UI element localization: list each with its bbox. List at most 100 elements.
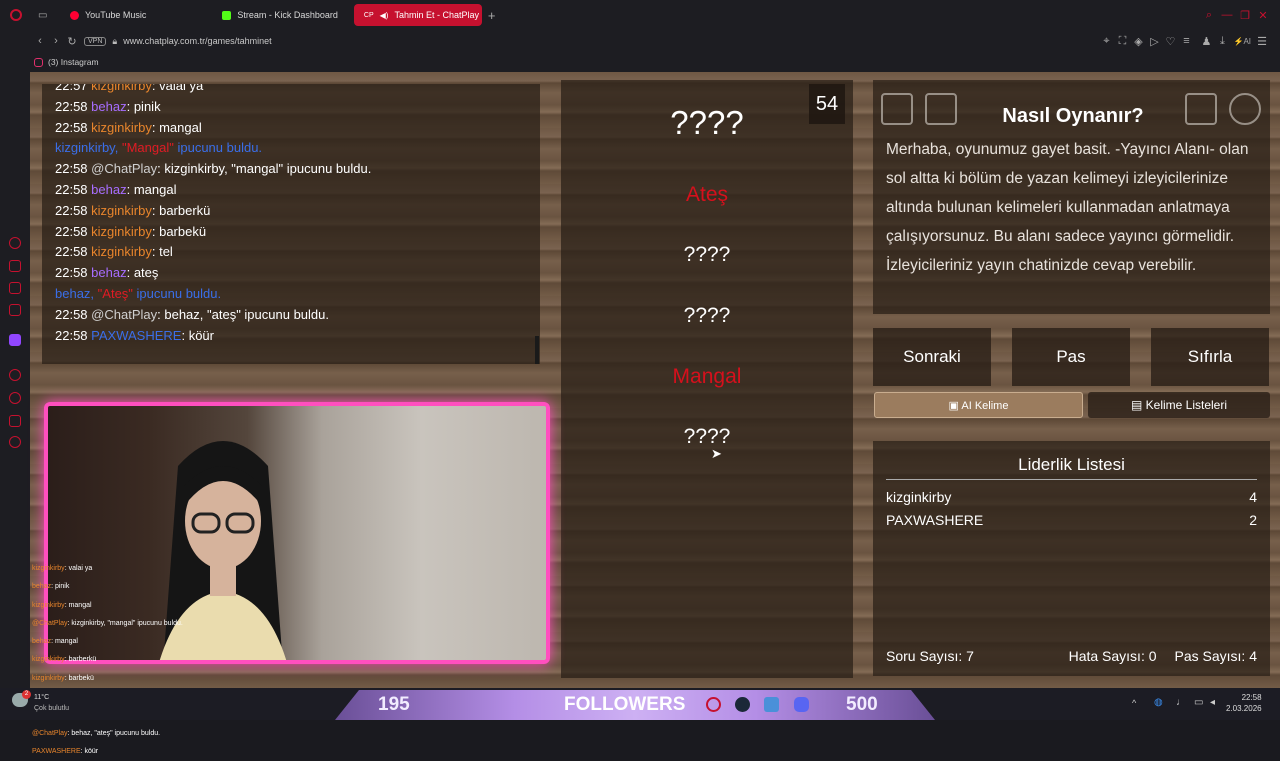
chat-message: 22:58 @ChatPlay: kizginkirby, "mangal" i… bbox=[55, 161, 372, 177]
chatplay-icon: CP bbox=[363, 11, 374, 19]
mini-chat-user: PAXWASHERE bbox=[32, 747, 81, 755]
tab-kick-dashboard[interactable]: Stream - Kick Dashboard bbox=[212, 4, 348, 26]
chat-time: 22:58 bbox=[55, 119, 88, 135]
player-score: 4 bbox=[1249, 489, 1257, 505]
sidebar-bag-icon[interactable] bbox=[9, 260, 21, 272]
sidebar-clock-icon[interactable] bbox=[9, 392, 21, 404]
chat-text: barbekü bbox=[159, 223, 207, 239]
mini-chat-text: behaz, "ateş" ipucunu buldu. bbox=[71, 729, 161, 737]
maximize-icon[interactable]: ❐ bbox=[1236, 9, 1254, 22]
discord-icon[interactable] bbox=[794, 697, 809, 712]
download-icon[interactable]: ⤓ bbox=[1214, 35, 1230, 48]
reload-icon[interactable]: ↻ bbox=[64, 35, 80, 48]
hidden-word: ???? bbox=[670, 104, 744, 141]
game-area: 22:57 kizginkirby: valai ya 22:58 behaz: … bbox=[30, 72, 1280, 755]
leaderboard-title: Liderlik Listesi bbox=[1018, 455, 1125, 474]
mini-chat-text: barberkü bbox=[68, 656, 97, 664]
mini-chat-user: kizginkirby bbox=[32, 565, 65, 572]
play-icon[interactable]: ▷ bbox=[1146, 35, 1162, 48]
search-icon[interactable]: ⌕ bbox=[1200, 9, 1218, 22]
pin-icon[interactable]: ⌖ bbox=[1098, 35, 1114, 48]
heart-icon[interactable]: ♡ bbox=[1162, 35, 1178, 48]
volume-icon[interactable]: ◂ bbox=[1210, 697, 1215, 708]
hint-word: "Mangal" bbox=[121, 140, 174, 156]
opera-logo-icon[interactable] bbox=[10, 9, 22, 21]
speaker-icon[interactable]: ◀) bbox=[380, 11, 389, 20]
tab-overview-icon[interactable]: ▭ bbox=[38, 10, 52, 21]
leaderboard-row: kizginkirby 4 bbox=[886, 489, 1257, 505]
chat-user: kizginkirby bbox=[91, 202, 152, 218]
settings-menu-icon[interactable]: ☰ bbox=[1254, 35, 1270, 48]
ai-icon[interactable]: ⚡AI bbox=[1230, 37, 1254, 46]
ai-word-button[interactable]: ▣ AI Kelime bbox=[874, 392, 1083, 418]
mini-chat-line: kizginkirby: mangal bbox=[32, 601, 92, 609]
mini-chat-user: behaz bbox=[32, 583, 52, 591]
steam-icon[interactable] bbox=[735, 697, 750, 712]
sidebar-messenger-icon[interactable] bbox=[9, 282, 21, 294]
back-icon[interactable]: ‹ bbox=[32, 35, 48, 47]
sidebar-history-icon[interactable] bbox=[9, 369, 21, 381]
sidebar-chat-icon[interactable] bbox=[9, 304, 21, 316]
word-lists-button[interactable]: ▤ Kelime Listeleri bbox=[1088, 392, 1270, 418]
sidebar-pin-icon[interactable] bbox=[9, 415, 21, 427]
mini-chat-text: köür bbox=[84, 747, 99, 755]
fullscreen-icon[interactable] bbox=[881, 93, 913, 125]
chevron-up-icon[interactable]: ^ bbox=[1132, 698, 1136, 708]
leaderboard-row: PAXWASHERE 2 bbox=[886, 512, 1257, 528]
app-icon[interactable] bbox=[764, 697, 779, 712]
chat-scrollbar[interactable] bbox=[535, 336, 539, 364]
close-icon[interactable]: ✕ bbox=[1254, 9, 1272, 22]
document-icon[interactable] bbox=[925, 93, 957, 125]
network-icon[interactable]: ◍ bbox=[1154, 697, 1163, 708]
address-bar: ‹ › ↻ VPN 🔒︎ www.chatplay.com.tr/games/t… bbox=[0, 30, 1280, 52]
next-button[interactable]: Sonraki bbox=[873, 328, 991, 386]
account-icon[interactable]: ♟ bbox=[1198, 35, 1214, 48]
chat-message: 22:58 PAXWASHERE: köür bbox=[55, 327, 214, 343]
mini-chat-text: mangal bbox=[68, 601, 92, 609]
sidebar-settings-icon[interactable] bbox=[9, 436, 21, 448]
chat-time: 22:58 bbox=[55, 161, 88, 177]
chat-user: @ChatPlay bbox=[91, 161, 158, 177]
bookmark-bar: (3) Instagram bbox=[0, 52, 1280, 72]
menu-icon[interactable]: ≡ bbox=[1178, 35, 1194, 47]
vpn-badge[interactable]: VPN bbox=[84, 36, 107, 46]
chat-text: pinik bbox=[133, 98, 161, 114]
chat-text: tel bbox=[159, 244, 173, 260]
opera-taskbar-icon[interactable] bbox=[706, 697, 721, 712]
chat-user: behaz bbox=[91, 265, 127, 281]
url-field[interactable]: www.chatplay.com.tr/games/tahminet bbox=[123, 36, 271, 46]
sidebar-twitch-icon[interactable] bbox=[9, 334, 21, 346]
mini-chat-user: kizginkirby bbox=[32, 601, 65, 609]
shield-icon[interactable]: ◈ bbox=[1130, 35, 1146, 48]
reset-button[interactable]: Sıfırla bbox=[1151, 328, 1269, 386]
mini-chat-text: valai ya bbox=[68, 565, 93, 572]
mic-icon[interactable]: ♩ bbox=[1176, 697, 1186, 708]
sidebar-crypto-icon[interactable] bbox=[9, 237, 21, 249]
forward-icon[interactable]: › bbox=[48, 35, 64, 47]
snapshot-icon[interactable]: ⛶ bbox=[1114, 35, 1130, 48]
chat-user: behaz bbox=[91, 98, 127, 114]
minimize-icon[interactable]: — bbox=[1218, 9, 1236, 21]
found-word: Mangal bbox=[672, 365, 742, 388]
monitor-icon[interactable]: ▭ bbox=[1194, 697, 1203, 708]
mini-chat-user: behaz bbox=[32, 638, 52, 646]
mini-chat-line: kizginkirby: barbekü bbox=[32, 674, 94, 682]
tab-chatplay[interactable]: CP ◀) Tahmin Et - ChatPlay bbox=[353, 4, 482, 26]
chat-message: 22:58 kizginkirby: mangal bbox=[55, 119, 202, 135]
gear-icon[interactable] bbox=[1229, 93, 1261, 125]
tab-youtube-music[interactable]: YouTube Music bbox=[60, 4, 156, 26]
system-clock[interactable]: 22:58 2.03.2026 bbox=[1226, 692, 1262, 714]
word-list-panel: 54 ???? Ateş ???? ???? Mangal ???? ➤ bbox=[561, 80, 853, 678]
robot-icon: ▣ bbox=[948, 400, 959, 412]
bookmark-instagram[interactable]: (3) Instagram bbox=[48, 57, 99, 67]
chat-user: kizginkirby bbox=[91, 84, 152, 93]
exit-icon[interactable] bbox=[1185, 93, 1217, 125]
hint-word: "Ateş" bbox=[97, 285, 133, 301]
pass-button[interactable]: Pas bbox=[1012, 328, 1130, 386]
weather-desc: Çok bulutlu bbox=[34, 705, 70, 712]
chat-text: mangal bbox=[159, 119, 202, 135]
overlay-mini-chat: kizginkirby: valai ya behaz: pinik kizgink… bbox=[32, 560, 242, 761]
new-tab-plus-icon[interactable]: + bbox=[488, 8, 496, 23]
word-lists-label: Kelime Listeleri bbox=[1145, 398, 1228, 412]
chat-text: ateş bbox=[133, 265, 159, 281]
